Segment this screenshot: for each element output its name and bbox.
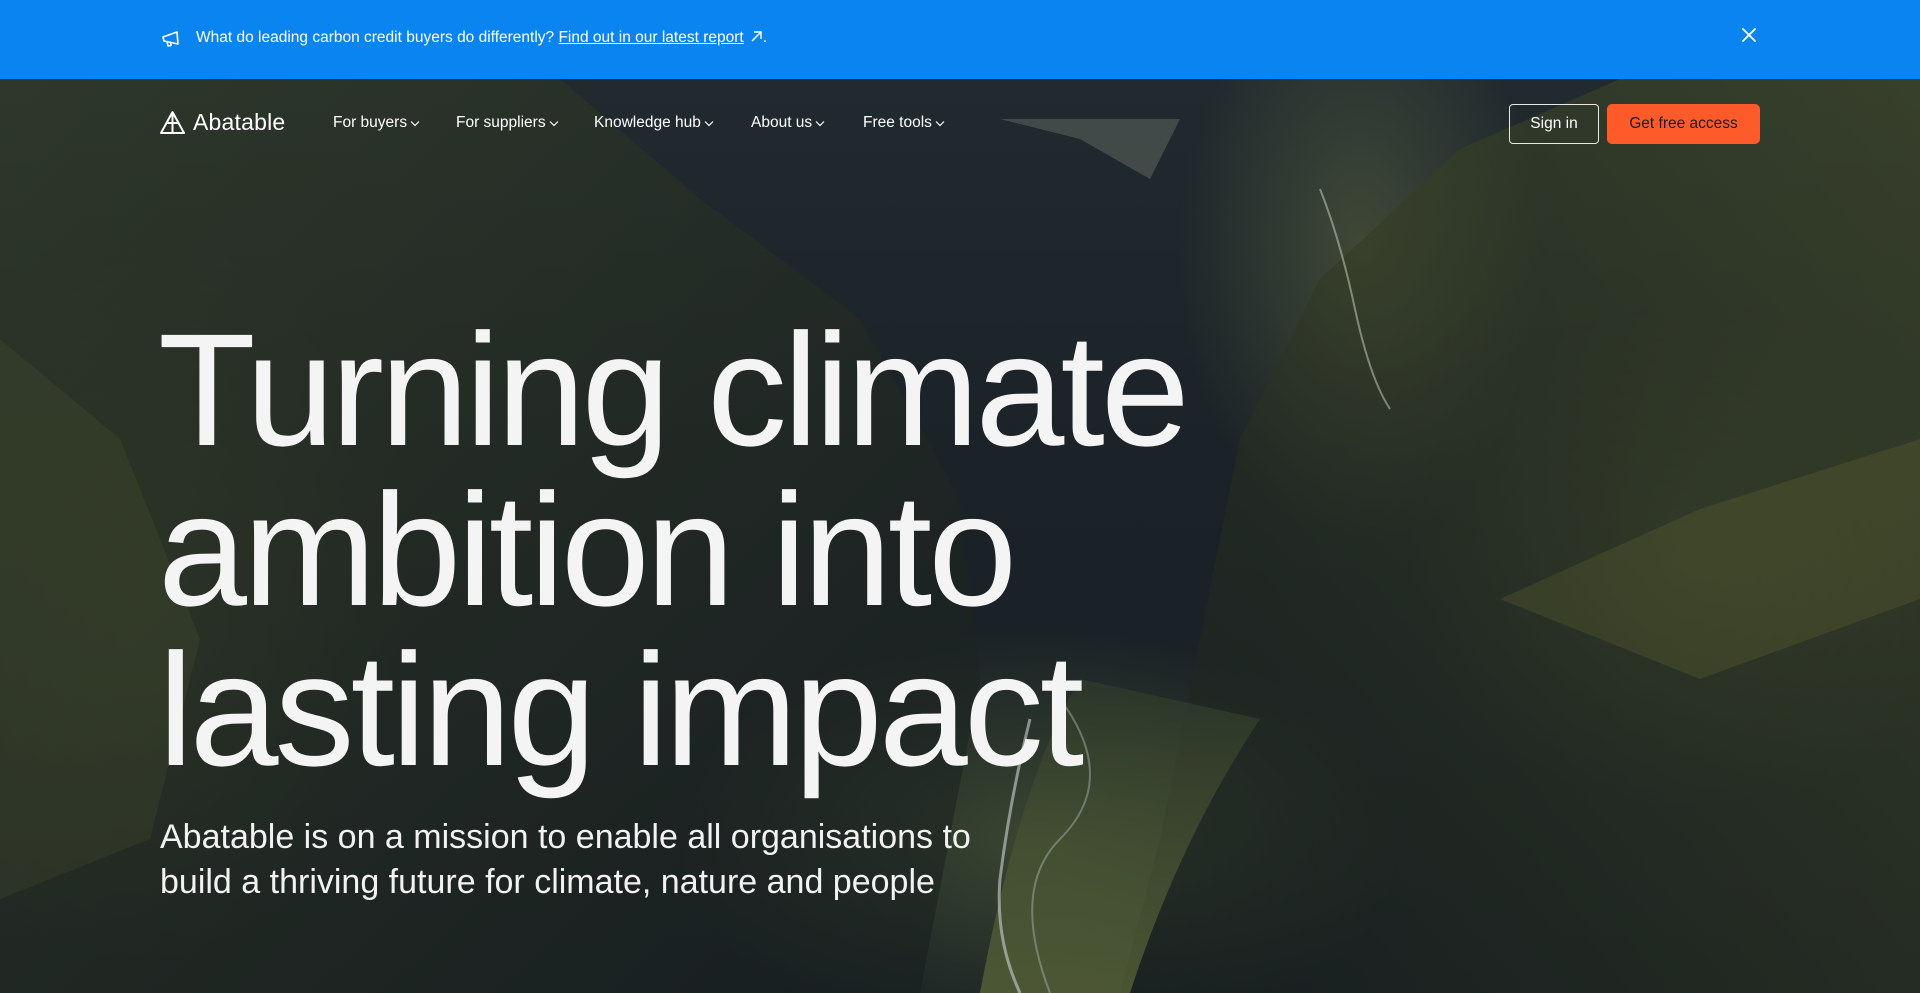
- subheading-line-1: Abatable is on a mission to enable all o…: [160, 818, 971, 856]
- banner-report-link[interactable]: Find out in our latest report: [558, 29, 762, 46]
- abatable-logo-icon: [160, 111, 185, 134]
- close-icon[interactable]: [1740, 26, 1758, 44]
- nav-about-us-label: About us: [751, 114, 813, 131]
- nav-about-us[interactable]: About us: [751, 113, 825, 133]
- sign-in-button[interactable]: Sign in: [1509, 104, 1599, 144]
- brand-name: Abatable: [193, 109, 286, 135]
- hero-subheading: Abatable is on a mission to enable all o…: [160, 815, 971, 905]
- hero-headline: Turning climate ambition into lasting im…: [158, 300, 1190, 799]
- headline-line-3: lasting impact: [158, 620, 1084, 799]
- headline-line-2: ambition into: [158, 460, 1017, 639]
- nav-for-buyers[interactable]: For buyers: [333, 113, 420, 133]
- banner-link-label: Find out in our latest report: [558, 29, 744, 46]
- chevron-down-icon: [410, 120, 420, 126]
- chevron-down-icon: [549, 120, 559, 126]
- subheading-line-2: build a thriving future for climate, nat…: [160, 863, 935, 901]
- nav-knowledge-hub-label: Knowledge hub: [594, 114, 701, 131]
- announcement-banner: What do leading carbon credit buyers do …: [0, 0, 1920, 79]
- chevron-down-icon: [935, 120, 945, 126]
- abatable-logo[interactable]: Abatable: [159, 109, 285, 136]
- nav-for-suppliers[interactable]: For suppliers: [456, 113, 559, 133]
- chevron-down-icon: [704, 120, 714, 126]
- banner-trailing: .: [762, 29, 768, 46]
- banner-message: What do leading carbon credit buyers do …: [196, 28, 767, 48]
- nav-knowledge-hub[interactable]: Knowledge hub: [594, 113, 714, 133]
- headline-line-1: Turning climate: [158, 300, 1190, 479]
- nav-free-tools[interactable]: Free tools: [863, 113, 945, 133]
- nav-free-tools-label: Free tools: [863, 114, 932, 131]
- banner-text: What do leading carbon credit buyers do …: [196, 29, 555, 46]
- get-free-access-button[interactable]: Get free access: [1607, 104, 1760, 144]
- megaphone-icon: [162, 31, 179, 47]
- nav-for-buyers-label: For buyers: [333, 114, 408, 131]
- nav-for-suppliers-label: For suppliers: [456, 114, 546, 131]
- chevron-down-icon: [815, 120, 825, 126]
- arrow-up-right-icon: [751, 31, 762, 42]
